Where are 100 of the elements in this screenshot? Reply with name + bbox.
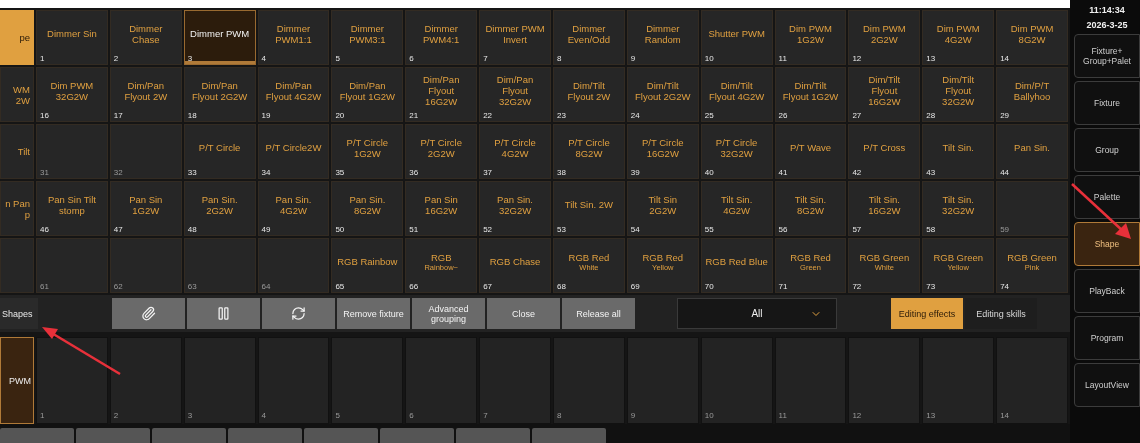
nav-button[interactable]: Shape xyxy=(1074,222,1140,266)
effect-tile[interactable]: Dim/Pan Flyout 1G2W 20 xyxy=(331,67,404,122)
effect-tile[interactable]: WM 2W xyxy=(0,67,34,122)
effect-tile[interactable]: Tilt Sin. 8G2W 56 xyxy=(774,181,847,236)
effect-tile[interactable]: RGB Rainbow 65 xyxy=(331,238,404,293)
effect-tile[interactable]: Pan Sin. 44 xyxy=(996,124,1068,179)
action-button[interactable]: Remove fixture xyxy=(337,298,410,329)
effect-tile[interactable]: pe xyxy=(0,10,34,65)
effect-tile[interactable]: RGB Red Blue 70 xyxy=(700,238,773,293)
tool-button[interactable] xyxy=(112,298,185,329)
nav-button[interactable]: Fixture+ Group+Palet xyxy=(1074,34,1140,78)
action-button[interactable]: Release all xyxy=(562,298,635,329)
effect-tile[interactable]: Dimmer PWM4:1 6 xyxy=(405,10,478,65)
effect-tile[interactable]: Dimmer PWM3:1 5 xyxy=(331,10,404,65)
nav-button[interactable]: PlayBack xyxy=(1074,269,1140,313)
tool-button[interactable] xyxy=(187,298,260,329)
effect-tile[interactable]: Dimmer PWM 3 xyxy=(183,10,256,65)
effect-tile[interactable]: Tilt xyxy=(0,124,34,179)
effect-tile[interactable]: Shutter PWM 10 xyxy=(700,10,773,65)
effect-tile[interactable]: P/T Circle 33 xyxy=(183,124,256,179)
effect-tile[interactable]: Dimmer Sin 1 xyxy=(36,10,108,65)
playback-slot[interactable]: 13 xyxy=(922,337,995,424)
effect-tile[interactable]: Pan Sin 1G2W 47 xyxy=(109,181,182,236)
empty-tile[interactable]: 31 xyxy=(36,124,108,179)
effect-tile[interactable]: Dim/Pan Flyout 2W 17 xyxy=(109,67,182,122)
playback-slot[interactable]: 7 xyxy=(479,337,551,424)
effect-tile[interactable]: Dimmer PWM1:1 4 xyxy=(257,10,330,65)
playback-slot[interactable]: 14 xyxy=(996,337,1068,424)
playback-slot[interactable]: 1 xyxy=(36,337,108,424)
effect-tile[interactable]: Pan Sin 16G2W 51 xyxy=(405,181,478,236)
effect-tile[interactable]: Dim/Pan Flyout 4G2W 19 xyxy=(257,67,330,122)
effect-tile[interactable]: Dim/Tilt Flyout 4G2W 25 xyxy=(700,67,773,122)
effect-tile[interactable]: Tilt Sin. 4G2W 55 xyxy=(700,181,773,236)
effect-tile[interactable]: Pan Sin. 32G2W 52 xyxy=(479,181,551,236)
nav-button[interactable]: LayoutView xyxy=(1074,363,1140,407)
effect-tile[interactable]: Pan Sin. 4G2W 49 xyxy=(257,181,330,236)
bottom-tab[interactable] xyxy=(532,428,606,443)
effect-tile[interactable]: Dim/Tilt Flyout 16G2W 27 xyxy=(848,67,921,122)
effect-tile[interactable]: P/T Circle 8G2W 38 xyxy=(553,124,625,179)
empty-tile[interactable]: 64 xyxy=(257,238,330,293)
bottom-tab[interactable] xyxy=(76,428,150,443)
effect-tile[interactable]: Tilt Sin. 2W 53 xyxy=(553,181,625,236)
effect-tile[interactable]: Dim PWM 8G2W 14 xyxy=(996,10,1068,65)
effect-tile[interactable]: Tilt Sin. 43 xyxy=(922,124,995,179)
effect-tile[interactable]: Dim/Pan Flyout 16G2W 21 xyxy=(405,67,478,122)
effect-tile[interactable]: P/T Circle 1G2W 35 xyxy=(331,124,404,179)
empty-tile[interactable]: 59 xyxy=(996,181,1068,236)
tool-button[interactable] xyxy=(262,298,335,329)
mode-tab[interactable]: Editing effects xyxy=(891,298,963,329)
bottom-tab[interactable] xyxy=(380,428,454,443)
nav-button[interactable]: Palette xyxy=(1074,175,1140,219)
mode-tab[interactable]: Editing skills xyxy=(965,298,1037,329)
playback-slot[interactable]: 6 xyxy=(405,337,478,424)
playback-slot[interactable]: 10 xyxy=(700,337,773,424)
effect-tile[interactable]: Dim PWM 4G2W 13 xyxy=(922,10,995,65)
bottom-tab[interactable] xyxy=(304,428,378,443)
nav-button[interactable]: Program xyxy=(1074,316,1140,360)
playback-slot[interactable]: 12 xyxy=(848,337,921,424)
effect-tile[interactable]: Dimmer PWM Invert 7 xyxy=(479,10,551,65)
effect-tile[interactable]: P/T Circle 16G2W 39 xyxy=(626,124,699,179)
bottom-tab[interactable] xyxy=(0,428,74,443)
action-button[interactable]: Close xyxy=(487,298,560,329)
effect-tile[interactable]: P/T Circle 32G2W 40 xyxy=(700,124,773,179)
bottom-tab[interactable] xyxy=(228,428,302,443)
playback-slot[interactable]: 8 xyxy=(553,337,625,424)
effect-tile[interactable]: Dim/Pan Flyout 2G2W 18 xyxy=(183,67,256,122)
effect-tile[interactable]: Dim/P/T Ballyhoo 29 xyxy=(996,67,1068,122)
effect-tile[interactable]: RGB Chase 67 xyxy=(479,238,551,293)
nav-button[interactable]: Fixture xyxy=(1074,81,1140,125)
effect-tile[interactable]: Pan Sin Tilt stomp 46 xyxy=(36,181,108,236)
bottom-tab[interactable] xyxy=(456,428,530,443)
effect-tile[interactable]: Dim/Pan Flyout 32G2W 22 xyxy=(479,67,551,122)
effect-tile[interactable]: P/T Cross 42 xyxy=(848,124,921,179)
playback-slot[interactable]: 2 xyxy=(109,337,182,424)
bottom-tab[interactable] xyxy=(152,428,226,443)
effect-tile[interactable]: Dim PWM 2G2W 12 xyxy=(848,10,921,65)
effect-tile[interactable]: Dimmer Even/Odd 8 xyxy=(553,10,625,65)
effect-tile[interactable]: P/T Circle 4G2W 37 xyxy=(479,124,551,179)
effect-tile[interactable]: P/T Circle2W 34 xyxy=(257,124,330,179)
effect-tile[interactable]: Tilt Sin 2G2W 54 xyxy=(626,181,699,236)
playback-slot[interactable]: 11 xyxy=(774,337,847,424)
effect-tile[interactable]: Dim/Tilt Flyout 2G2W 24 xyxy=(626,67,699,122)
effect-tile[interactable]: n Pan p xyxy=(0,181,34,236)
effect-tile[interactable]: Dim/Tilt Flyout 1G2W 26 xyxy=(774,67,847,122)
effect-tile[interactable]: Pan Sin. 8G2W 50 xyxy=(331,181,404,236)
empty-tile[interactable]: 62 xyxy=(109,238,182,293)
effect-tile[interactable]: Pan Sin. 2G2W 48 xyxy=(183,181,256,236)
effect-tile[interactable]: Dim PWM 32G2W 16 xyxy=(36,67,108,122)
playback-slot[interactable]: 9 xyxy=(626,337,699,424)
effect-tile[interactable]: Dim PWM 1G2W 11 xyxy=(774,10,847,65)
filter-dropdown[interactable]: All xyxy=(677,298,837,329)
effect-tile[interactable]: Tilt Sin. 32G2W 58 xyxy=(922,181,995,236)
playback-tile[interactable]: PWM xyxy=(0,337,34,424)
effect-tile[interactable]: P/T Circle 2G2W 36 xyxy=(405,124,478,179)
effect-tile[interactable]: Dim/Tilt Flyout 32G2W 28 xyxy=(922,67,995,122)
effect-tile[interactable]: Tilt Sin. 16G2W 57 xyxy=(848,181,921,236)
playback-slot[interactable]: 4 xyxy=(257,337,330,424)
effect-tile[interactable]: Dimmer Chase 2 xyxy=(109,10,182,65)
playback-slot[interactable]: 3 xyxy=(183,337,256,424)
nav-button[interactable]: Group xyxy=(1074,128,1140,172)
